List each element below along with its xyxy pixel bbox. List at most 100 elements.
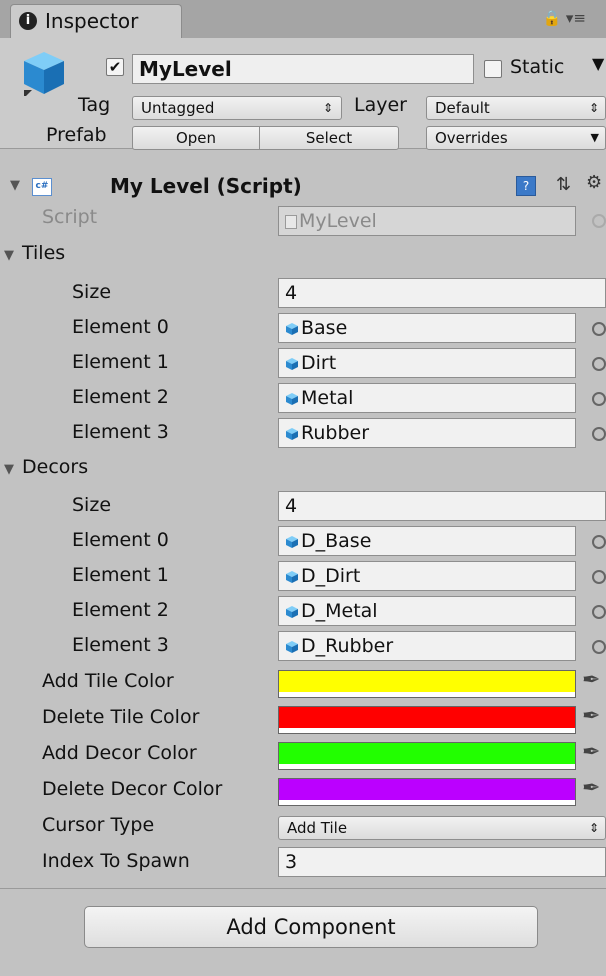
alpha-bar [279, 764, 575, 769]
lock-menu-icon[interactable]: 🔒 ▾≡ [542, 9, 586, 27]
tiles-element-label: Element 2 [72, 386, 169, 408]
tiles-element-field[interactable]: Base [278, 313, 576, 343]
static-checkbox[interactable] [484, 60, 502, 78]
decors-size-input[interactable]: 4 [278, 491, 606, 521]
tiles-element-field[interactable]: Rubber [278, 418, 576, 448]
color-swatch [279, 743, 575, 764]
component-header[interactable]: ▼ c# My Level (Script) ? ⇅ ⚙ [0, 170, 606, 202]
gameobject-cube-icon [24, 52, 64, 96]
tiles-foldout-icon[interactable]: ▼ [4, 248, 14, 263]
tiles-label[interactable]: Tiles [22, 242, 65, 264]
element-value: Base [301, 317, 348, 339]
element-value: D_Dirt [301, 565, 361, 587]
component-title: My Level (Script) [110, 174, 302, 198]
element-value: D_Base [301, 530, 372, 552]
decors-element-label: Element 1 [72, 564, 169, 586]
index-to-spawn-label: Index To Spawn [42, 850, 190, 872]
delete-decor-color-field[interactable] [278, 778, 576, 806]
delete-tile-color-label: Delete Tile Color [42, 706, 200, 728]
decors-size-label: Size [72, 494, 112, 516]
decors-element-field[interactable]: D_Rubber [278, 631, 576, 661]
color-swatch [279, 707, 575, 728]
element-value: Metal [301, 387, 354, 409]
info-icon: i [19, 12, 37, 30]
decors-element-label: Element 2 [72, 599, 169, 621]
decors-element-label: Element 0 [72, 529, 169, 551]
static-dropdown-icon[interactable]: ▼ [592, 54, 604, 73]
prefab-cube-icon [286, 605, 298, 618]
script-file-icon [285, 214, 297, 229]
element-value: Dirt [301, 352, 337, 374]
tiles-element-label: Element 1 [72, 351, 169, 373]
add-tile-color-label: Add Tile Color [42, 670, 174, 692]
decors-label[interactable]: Decors [22, 456, 88, 478]
prefab-cube-icon [286, 570, 298, 583]
object-picker-icon[interactable] [592, 427, 606, 441]
color-swatch [279, 671, 575, 692]
tiles-element-field[interactable]: Metal [278, 383, 576, 413]
object-picker-icon [592, 214, 606, 228]
object-picker-icon[interactable] [592, 357, 606, 371]
tag-value: Untagged [141, 99, 215, 117]
layer-value: Default [435, 99, 490, 117]
chevron-updown-icon: ⇕ [322, 101, 333, 115]
prefab-cube-icon [286, 392, 298, 405]
cursor-type-dropdown[interactable]: Add Tile ⇕ [278, 816, 606, 840]
eyedropper-icon[interactable]: ✒ [582, 740, 600, 765]
tiles-element-label: Element 3 [72, 421, 169, 443]
active-checkbox[interactable]: ✔ [106, 58, 124, 76]
gear-icon[interactable]: ⚙ [586, 172, 602, 193]
object-picker-icon[interactable] [592, 535, 606, 549]
prefab-open-button[interactable]: Open [132, 126, 260, 150]
chevron-updown-icon: ⇕ [588, 821, 599, 835]
alpha-bar [279, 800, 575, 805]
chevron-updown-icon: ⇕ [588, 101, 599, 115]
eyedropper-icon[interactable]: ✒ [582, 776, 600, 801]
chevron-down-icon: ▼ [590, 131, 599, 144]
add-decor-color-label: Add Decor Color [42, 742, 197, 764]
tag-dropdown[interactable]: Untagged ⇕ [132, 96, 342, 120]
layer-dropdown[interactable]: Default ⇕ [426, 96, 606, 120]
decors-element-field[interactable]: D_Dirt [278, 561, 576, 591]
eyedropper-icon[interactable]: ✒ [582, 668, 600, 693]
prefab-select-button[interactable]: Select [259, 126, 399, 150]
prefab-cube-icon [286, 322, 298, 335]
index-to-spawn-input[interactable]: 3 [278, 847, 606, 877]
decors-foldout-icon[interactable]: ▼ [4, 462, 14, 477]
add-component-button[interactable]: Add Component [84, 906, 538, 948]
cursor-type-value: Add Tile [287, 819, 348, 837]
tiles-element-label: Element 0 [72, 316, 169, 338]
prefab-cube-icon [286, 427, 298, 440]
object-picker-icon[interactable] [592, 322, 606, 336]
object-name-input[interactable]: MyLevel [132, 54, 474, 84]
add-decor-color-field[interactable] [278, 742, 576, 770]
prefab-label: Prefab [46, 124, 107, 146]
tag-label: Tag [78, 94, 111, 116]
tiles-size-input[interactable]: 4 [278, 278, 606, 308]
prefab-overrides-dropdown[interactable]: Overrides ▼ [426, 126, 606, 150]
color-swatch [279, 779, 575, 800]
help-icon[interactable]: ? [516, 176, 536, 196]
eyedropper-icon[interactable]: ✒ [582, 704, 600, 729]
tab-inspector[interactable]: i Inspector [10, 4, 182, 38]
add-tile-color-field[interactable] [278, 670, 576, 698]
tiles-size-label: Size [72, 281, 112, 303]
object-picker-icon[interactable] [592, 605, 606, 619]
delete-decor-color-label: Delete Decor Color [42, 778, 223, 800]
tab-bar: i Inspector 🔒 ▾≡ [0, 0, 606, 39]
decors-element-field[interactable]: D_Base [278, 526, 576, 556]
object-picker-icon[interactable] [592, 640, 606, 654]
element-value: Rubber [301, 422, 370, 444]
object-picker-icon[interactable] [592, 570, 606, 584]
object-picker-icon[interactable] [592, 392, 606, 406]
tab-title: Inspector [45, 9, 139, 33]
preset-icon[interactable]: ⇅ [556, 174, 571, 195]
alpha-bar [279, 728, 575, 733]
foldout-icon[interactable]: ▼ [10, 178, 20, 193]
tiles-element-field[interactable]: Dirt [278, 348, 576, 378]
static-label: Static [510, 56, 565, 78]
delete-tile-color-field[interactable] [278, 706, 576, 734]
prefab-cube-icon [286, 535, 298, 548]
script-label: Script [42, 206, 98, 228]
decors-element-field[interactable]: D_Metal [278, 596, 576, 626]
